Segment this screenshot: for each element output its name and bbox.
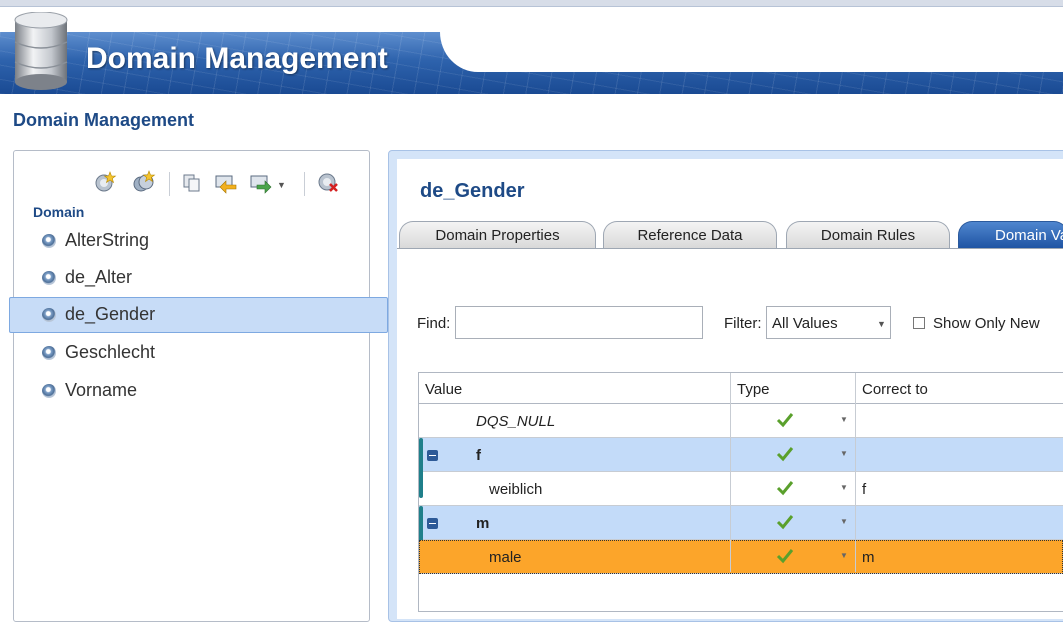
find-label: Find: xyxy=(417,315,451,332)
domain-name-heading: de_Gender xyxy=(420,180,525,202)
domain-item-de-alter[interactable]: de_Alter xyxy=(9,260,388,296)
column-header-type[interactable]: Type xyxy=(737,381,770,398)
show-only-new-checkbox[interactable] xyxy=(913,317,925,329)
column-header-correct-to[interactable]: Correct to xyxy=(862,381,928,398)
value-cell: male xyxy=(489,549,522,566)
chevron-down-icon: ▼ xyxy=(877,319,886,329)
domain-item-label: AlterString xyxy=(65,230,150,250)
table-row-selected[interactable]: male ▼ m xyxy=(419,540,1063,574)
type-dropdown-icon[interactable]: ▼ xyxy=(840,517,848,526)
app-banner: Domain Management xyxy=(0,32,1063,94)
column-divider xyxy=(855,373,856,572)
column-divider xyxy=(730,373,731,572)
value-cell: DQS_NULL xyxy=(476,413,556,430)
page-title: Domain Management xyxy=(13,110,195,130)
table-row-group[interactable]: f ▼ xyxy=(419,438,1063,498)
toolbar-separator xyxy=(169,172,170,196)
show-only-new-label: Show Only New xyxy=(933,315,1040,332)
type-dropdown-icon[interactable]: ▼ xyxy=(840,483,848,492)
tab-reference-data[interactable]: Reference Data xyxy=(603,221,777,248)
value-cell: m xyxy=(476,515,490,532)
domain-bullet-icon xyxy=(42,384,56,398)
export-dropdown-icon[interactable]: ▼ xyxy=(277,180,286,190)
type-dropdown-icon[interactable]: ▼ xyxy=(840,415,848,424)
domain-bullet-icon xyxy=(42,346,56,360)
new-domain-icon[interactable] xyxy=(93,170,117,194)
window-top-border xyxy=(0,0,1063,7)
domain-item-vorname[interactable]: Vorname xyxy=(9,373,388,409)
domain-item-alterstring[interactable]: AlterString xyxy=(9,223,388,259)
export-icon[interactable] xyxy=(249,170,273,194)
filter-selected-value: All Values xyxy=(772,315,838,332)
valid-check-icon xyxy=(776,549,794,564)
domain-item-label: Geschlecht xyxy=(65,342,156,362)
correct-to-cell[interactable]: f xyxy=(862,481,866,498)
domain-item-label: de_Alter xyxy=(65,267,133,287)
filter-select[interactable]: All Values ▼ xyxy=(766,306,891,339)
domain-bullet-icon xyxy=(42,271,56,285)
copy-icon[interactable] xyxy=(180,170,204,194)
tab-domain-values[interactable]: Domain Values xyxy=(958,221,1063,248)
domain-bullet-icon xyxy=(42,308,56,322)
valid-check-icon xyxy=(776,515,794,530)
domain-bullet-icon xyxy=(42,234,56,248)
import-icon[interactable] xyxy=(214,170,238,194)
domain-item-label: de_Gender xyxy=(65,304,156,324)
valid-check-icon xyxy=(776,413,794,428)
table-row[interactable]: weiblich ▼ f xyxy=(419,472,1063,506)
grid-header: Value Type Correct to xyxy=(419,373,1063,404)
domain-section-header: Domain xyxy=(33,204,85,220)
correct-to-cell[interactable]: m xyxy=(862,549,875,566)
domain-item-de-gender[interactable]: de_Gender xyxy=(9,297,388,333)
toolbar-separator xyxy=(304,172,305,196)
filter-label: Filter: xyxy=(724,315,762,332)
tab-domain-rules[interactable]: Domain Rules xyxy=(786,221,950,248)
value-cell: weiblich xyxy=(489,481,543,498)
delete-domain-icon[interactable] xyxy=(316,170,340,194)
domain-item-geschlecht[interactable]: Geschlecht xyxy=(9,335,388,371)
find-input[interactable] xyxy=(455,306,703,339)
tab-strip-border xyxy=(397,248,1063,249)
collapse-icon[interactable] xyxy=(427,450,438,461)
table-row-group[interactable]: m ▼ xyxy=(419,506,1063,566)
tab-domain-properties[interactable]: Domain Properties xyxy=(399,221,596,248)
valid-check-icon xyxy=(776,447,794,462)
column-header-value[interactable]: Value xyxy=(425,381,462,398)
type-dropdown-icon[interactable]: ▼ xyxy=(840,449,848,458)
banner-white-curve xyxy=(440,32,1063,72)
domain-item-label: Vorname xyxy=(65,380,138,400)
banner-title: Domain Management xyxy=(86,42,388,75)
valid-check-icon xyxy=(776,481,794,496)
type-dropdown-icon[interactable]: ▼ xyxy=(840,551,848,560)
new-composite-domain-icon[interactable] xyxy=(132,170,156,194)
table-row[interactable]: DQS_NULL ▼ xyxy=(419,404,1063,438)
value-cell: f xyxy=(476,447,481,464)
collapse-icon[interactable] xyxy=(427,518,438,529)
database-icon xyxy=(14,12,68,90)
